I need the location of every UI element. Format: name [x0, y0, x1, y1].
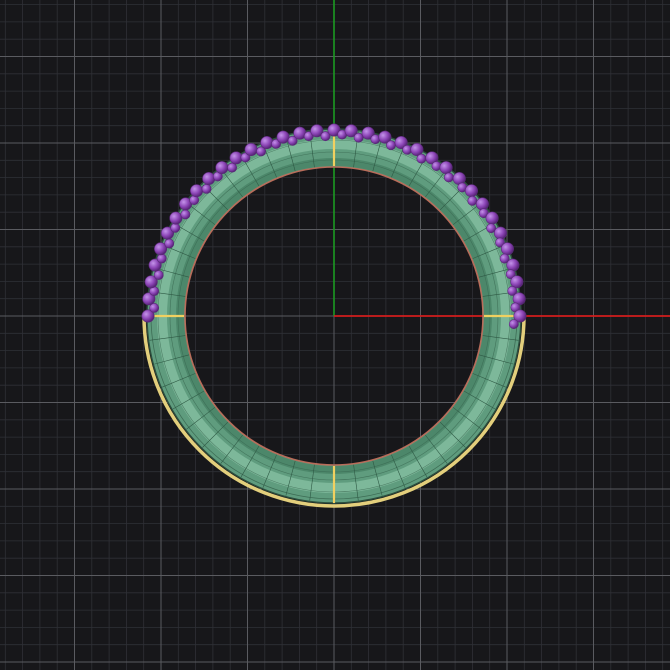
- gem-stone[interactable]: [431, 161, 442, 171]
- gem-stone[interactable]: [164, 238, 175, 249]
- gem-stone[interactable]: [500, 242, 514, 256]
- gem-stone[interactable]: [386, 140, 396, 151]
- gem-stone[interactable]: [215, 161, 229, 175]
- gem-stone[interactable]: [467, 195, 478, 206]
- gem-stone[interactable]: [506, 258, 520, 272]
- gem-stone[interactable]: [508, 319, 519, 329]
- gem-stone[interactable]: [402, 144, 413, 155]
- 3d-viewport-top-view[interactable]: [0, 0, 670, 670]
- gem-stone[interactable]: [260, 136, 274, 150]
- gem-stone[interactable]: [276, 130, 290, 144]
- gem-stone[interactable]: [202, 172, 216, 186]
- gem-stone[interactable]: [156, 253, 167, 264]
- gem-stone[interactable]: [443, 172, 454, 183]
- gem-stone[interactable]: [475, 197, 489, 211]
- gem-stone[interactable]: [227, 162, 237, 173]
- gem-stone[interactable]: [153, 270, 164, 280]
- gem-stone[interactable]: [190, 184, 204, 198]
- gem-stone[interactable]: [169, 211, 183, 225]
- viewport-background: [0, 0, 670, 670]
- gem-stone[interactable]: [244, 142, 258, 156]
- gem-stone[interactable]: [464, 184, 478, 198]
- gem-stone[interactable]: [201, 183, 212, 194]
- gem-stone[interactable]: [229, 151, 243, 165]
- gem-stone[interactable]: [180, 209, 191, 220]
- gem-stone[interactable]: [485, 211, 499, 225]
- gem-stone[interactable]: [170, 222, 181, 233]
- gem-stone[interactable]: [439, 161, 453, 175]
- gem-stone[interactable]: [494, 226, 508, 240]
- gem-stone[interactable]: [416, 153, 427, 164]
